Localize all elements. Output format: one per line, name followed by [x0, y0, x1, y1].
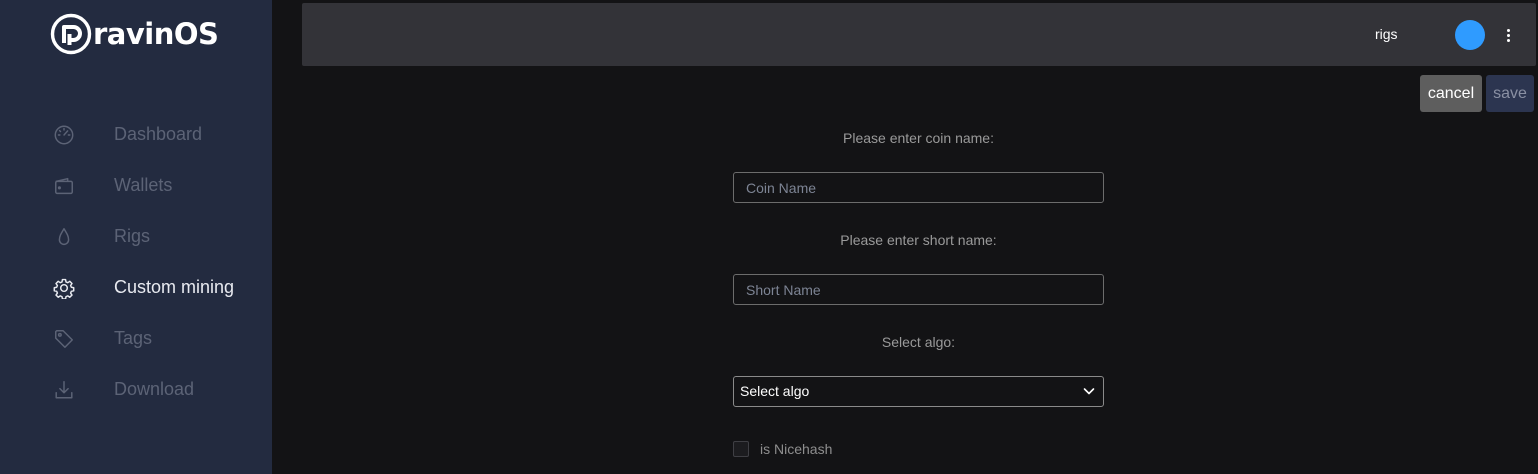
- sidebar-item-custom-mining[interactable]: Custom mining: [0, 262, 272, 313]
- coin-name-input[interactable]: [734, 173, 1103, 202]
- short-name-prompt: Please enter short name:: [840, 232, 997, 248]
- speedometer-icon: [52, 123, 76, 147]
- sidebar-item-label: Dashboard: [114, 124, 203, 144]
- sidebar-item-dashboard[interactable]: Dashboard: [0, 109, 272, 160]
- top-bar: rigs: [302, 3, 1536, 66]
- sidebar-item-download[interactable]: Download: [0, 364, 272, 415]
- sidebar: ravinOS Dashboard Wallets Rigs Custom mi…: [0, 0, 272, 474]
- sidebar-item-label: Download: [114, 379, 195, 399]
- coin-name-prompt: Please enter coin name:: [843, 130, 994, 146]
- coin-name-field: [733, 172, 1104, 203]
- algo-select-value: Select algo: [740, 383, 810, 399]
- tag-icon: [52, 327, 76, 351]
- wallet-icon: [52, 174, 76, 198]
- sidebar-item-label: Custom mining: [114, 277, 235, 297]
- drop-icon: [52, 225, 76, 249]
- logo-mark-icon: [50, 13, 92, 55]
- sidebar-item-tags[interactable]: Tags: [0, 313, 272, 364]
- logo-text: ravinOS: [93, 17, 219, 51]
- chevron-down-icon: [1083, 388, 1095, 395]
- gear-icon: [52, 276, 76, 300]
- algo-prompt: Select algo:: [881, 334, 956, 350]
- more-vertical-icon[interactable]: [1500, 25, 1516, 45]
- sidebar-item-rigs[interactable]: Rigs: [0, 211, 272, 262]
- short-name-input[interactable]: [734, 275, 1103, 304]
- sidebar-item-label: Wallets: [114, 175, 173, 195]
- algo-select[interactable]: Select algo: [733, 376, 1104, 407]
- nicehash-checkbox[interactable]: [733, 441, 749, 457]
- sidebar-item-label: Tags: [114, 328, 153, 348]
- rigs-link[interactable]: rigs: [1375, 3, 1398, 66]
- download-icon: [52, 378, 76, 402]
- save-button[interactable]: save: [1486, 75, 1534, 112]
- nicehash-row: is Nicehash: [733, 440, 832, 458]
- sidebar-item-wallets[interactable]: Wallets: [0, 160, 272, 211]
- avatar[interactable]: [1455, 20, 1485, 50]
- short-name-field: [733, 274, 1104, 305]
- sidebar-item-label: Rigs: [114, 226, 151, 246]
- cancel-button[interactable]: cancel: [1420, 75, 1482, 112]
- brand-logo[interactable]: ravinOS: [50, 13, 219, 55]
- nicehash-label[interactable]: is Nicehash: [760, 441, 832, 457]
- sidebar-nav: Dashboard Wallets Rigs Custom mining Tag…: [0, 109, 272, 415]
